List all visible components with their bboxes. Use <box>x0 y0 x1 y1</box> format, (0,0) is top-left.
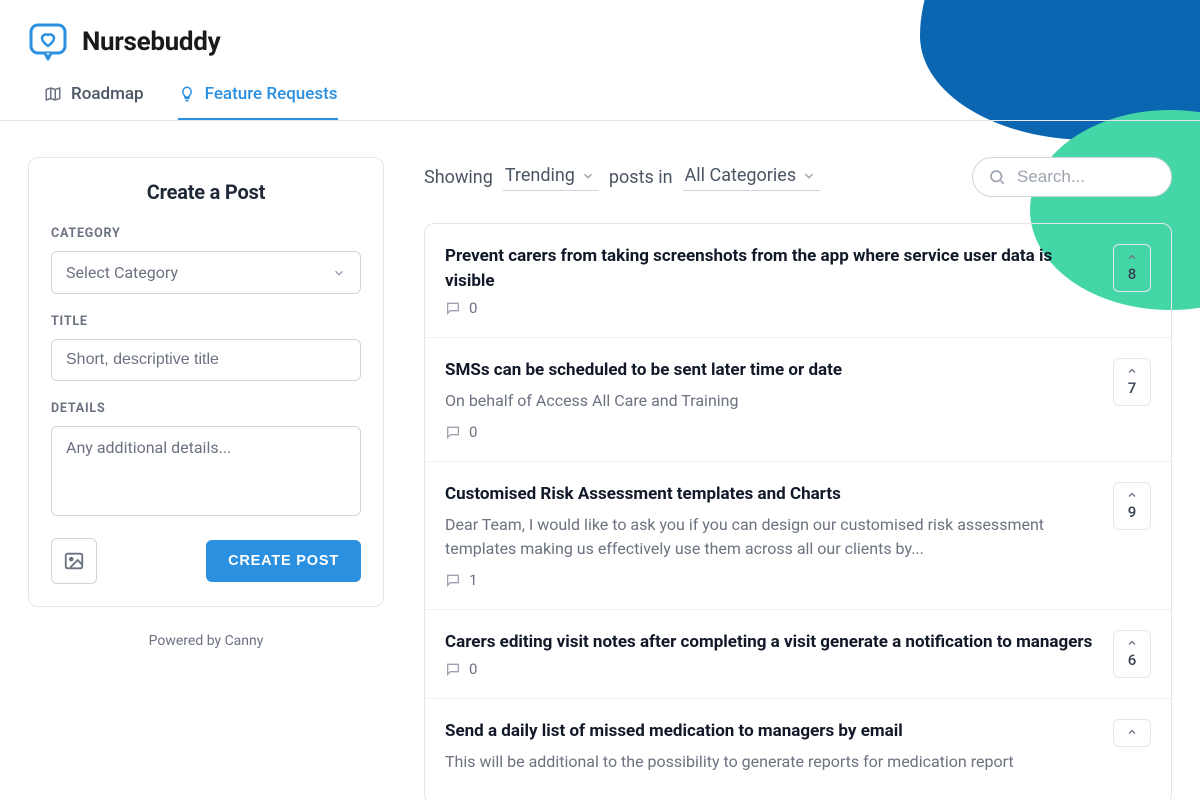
chevron-up-icon <box>1126 489 1138 501</box>
post-title: SMSs can be scheduled to be sent later t… <box>445 358 1093 383</box>
post-item[interactable]: Send a daily list of missed medication t… <box>425 699 1171 800</box>
post-desc: On behalf of Access All Care and Trainin… <box>445 389 1093 413</box>
post-comments: 1 <box>469 571 477 589</box>
vote-count: 8 <box>1128 265 1137 283</box>
post-item[interactable]: Carers editing visit notes after complet… <box>425 610 1171 700</box>
filter-bar: Showing Trending posts in All Categories <box>424 157 1172 197</box>
tab-feature-requests-label: Feature Requests <box>205 84 338 104</box>
main: Showing Trending posts in All Categories… <box>424 157 1172 800</box>
post-comments: 0 <box>469 423 477 441</box>
attach-image-button[interactable] <box>51 538 97 584</box>
post-item[interactable]: Customised Risk Assessment templates and… <box>425 462 1171 610</box>
vote-count: 9 <box>1128 503 1137 521</box>
post-item[interactable]: Prevent carers from taking screenshots f… <box>425 224 1171 338</box>
post-desc: Dear Team, I would like to ask you if yo… <box>445 513 1093 561</box>
sort-value: Trending <box>505 165 575 186</box>
post-item[interactable]: SMSs can be scheduled to be sent later t… <box>425 338 1171 462</box>
search-icon <box>988 168 1006 186</box>
comment-icon <box>445 661 461 677</box>
chevron-up-icon <box>1126 251 1138 263</box>
details-label: DETAILS <box>51 401 361 416</box>
map-icon <box>44 85 62 103</box>
vote-button[interactable]: 7 <box>1113 358 1151 406</box>
sort-dropdown[interactable]: Trending <box>503 163 599 191</box>
category-dropdown[interactable]: All Categories <box>683 163 821 191</box>
tab-roadmap[interactable]: Roadmap <box>44 72 144 120</box>
vote-count: 7 <box>1128 379 1137 397</box>
title-input[interactable] <box>51 339 361 381</box>
create-post-button[interactable]: CREATE POST <box>206 540 361 582</box>
create-post-heading: Create a Post <box>51 180 361 204</box>
vote-button[interactable] <box>1113 719 1151 747</box>
header: Nursebuddy <box>0 0 1200 72</box>
category-select-placeholder: Select Category <box>66 263 178 282</box>
category-select[interactable]: Select Category <box>51 251 361 294</box>
chevron-up-icon <box>1126 726 1138 738</box>
post-desc: This will be additional to the possibili… <box>445 750 1093 774</box>
chevron-up-icon <box>1126 365 1138 377</box>
create-post-card: Create a Post CATEGORY Select Category T… <box>28 157 384 607</box>
filter-postsin-label: posts in <box>609 167 673 188</box>
comment-icon <box>445 300 461 316</box>
tab-roadmap-label: Roadmap <box>71 84 144 104</box>
post-title: Customised Risk Assessment templates and… <box>445 482 1093 507</box>
lightbulb-icon <box>178 85 196 103</box>
vote-button[interactable]: 8 <box>1113 244 1151 292</box>
chevron-up-icon <box>1126 637 1138 649</box>
comment-icon <box>445 572 461 588</box>
details-textarea[interactable] <box>51 426 361 516</box>
sidebar: Create a Post CATEGORY Select Category T… <box>28 157 384 800</box>
chevron-down-icon <box>581 169 595 183</box>
tab-feature-requests[interactable]: Feature Requests <box>178 72 338 120</box>
category-value: All Categories <box>685 165 797 186</box>
powered-by: Powered by Canny <box>28 633 384 649</box>
category-label: CATEGORY <box>51 226 361 241</box>
logo-icon <box>28 22 68 62</box>
filter-showing-label: Showing <box>424 167 493 188</box>
comment-icon <box>445 424 461 440</box>
post-list: Prevent carers from taking screenshots f… <box>424 223 1172 800</box>
nav-tabs: Roadmap Feature Requests <box>0 72 1200 121</box>
post-title: Send a daily list of missed medication t… <box>445 719 1093 744</box>
vote-button[interactable]: 9 <box>1113 482 1151 530</box>
vote-button[interactable]: 6 <box>1113 630 1151 678</box>
vote-count: 6 <box>1128 651 1137 669</box>
app-title: Nursebuddy <box>82 27 220 57</box>
post-title: Prevent carers from taking screenshots f… <box>445 244 1093 293</box>
post-comments: 0 <box>469 660 477 678</box>
chevron-down-icon <box>332 266 346 280</box>
image-icon <box>63 550 85 572</box>
post-comments: 0 <box>469 299 477 317</box>
title-label: TITLE <box>51 314 361 329</box>
post-title: Carers editing visit notes after complet… <box>445 630 1093 655</box>
chevron-down-icon <box>802 169 816 183</box>
